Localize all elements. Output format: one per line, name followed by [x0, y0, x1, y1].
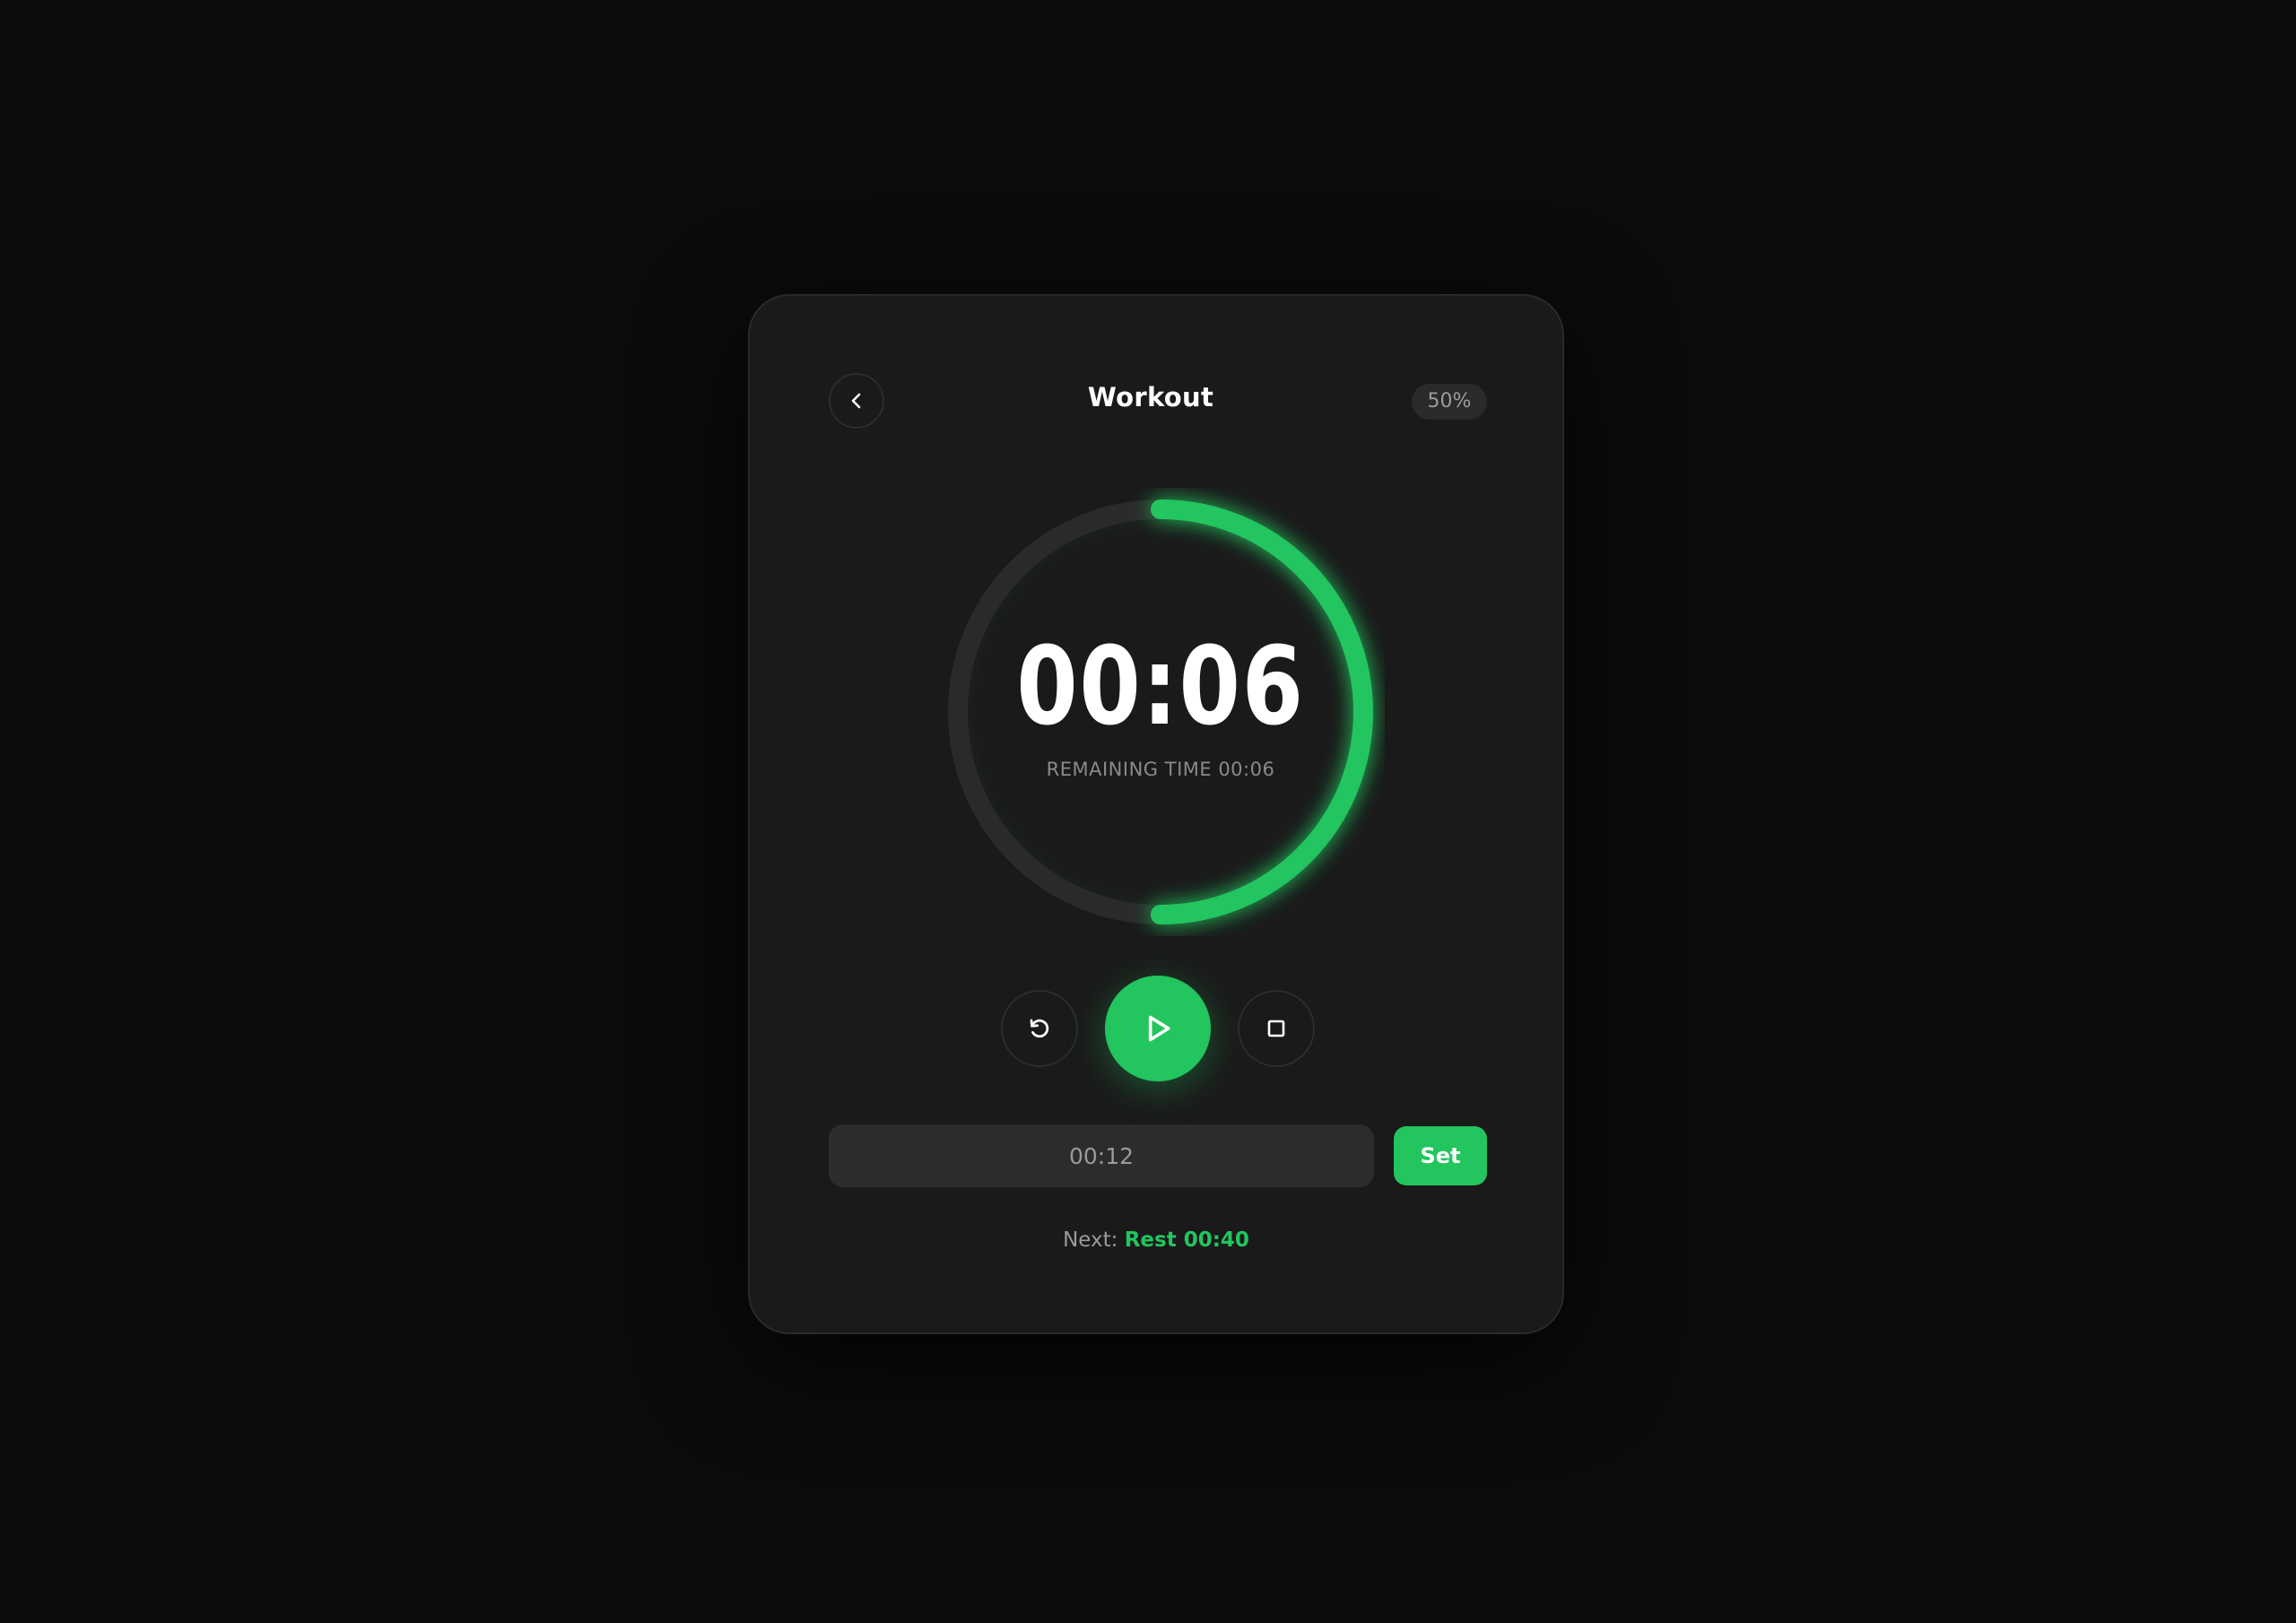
next-value: Rest 00:40	[1124, 1228, 1249, 1252]
progress-badge: 50%	[1412, 384, 1487, 420]
timer-card: Workout 50% 00:06 REMAINING TIME 00:06 0…	[748, 294, 1564, 1334]
next-label: Next:	[1063, 1228, 1118, 1252]
progress-ring: 00:06 REMAINING TIME 00:06	[936, 488, 1385, 936]
reset-button[interactable]	[1001, 990, 1078, 1067]
reset-icon	[1026, 1015, 1053, 1042]
set-button[interactable]: Set	[1394, 1126, 1487, 1185]
remaining-time-label: REMAINING TIME 00:06	[1046, 759, 1275, 780]
page-title-text: Workout	[1087, 382, 1214, 412]
play-icon	[1140, 1011, 1176, 1046]
time-input[interactable]	[829, 1124, 1374, 1187]
next-interval: Next: Rest 00:40	[750, 1228, 1562, 1252]
stop-button[interactable]	[1238, 990, 1315, 1067]
stop-icon	[1265, 1018, 1287, 1039]
play-button[interactable]	[1105, 976, 1211, 1081]
timer-display: 00:06	[1016, 625, 1305, 750]
